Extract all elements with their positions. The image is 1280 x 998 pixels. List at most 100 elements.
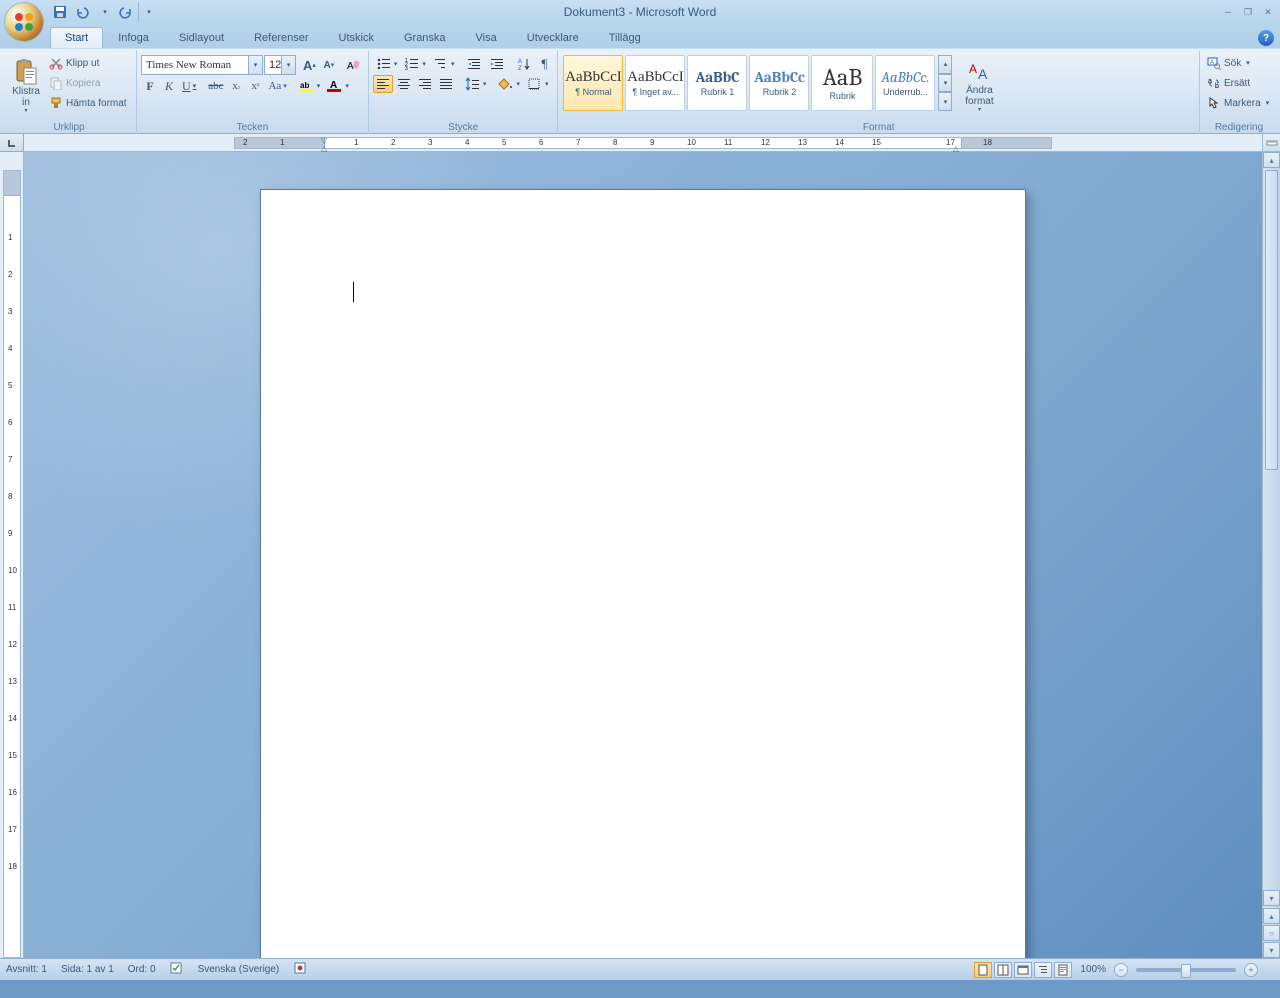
svg-text:A: A: [978, 66, 988, 82]
view-full-screen[interactable]: [994, 962, 1012, 978]
tab-infoga[interactable]: Infoga: [103, 27, 164, 48]
minimize-button[interactable]: ─: [1220, 5, 1236, 19]
status-language[interactable]: Svenska (Sverige): [198, 964, 280, 975]
ruler-toggle-button[interactable]: [1262, 134, 1280, 152]
page-viewport[interactable]: [24, 152, 1262, 958]
tab-sidlayout[interactable]: Sidlayout: [164, 27, 239, 48]
scroll-down-button[interactable]: ▾: [1263, 890, 1280, 906]
svg-text:a: a: [1208, 78, 1212, 85]
line-spacing-button[interactable]: [462, 75, 490, 93]
shading-button[interactable]: [495, 75, 523, 93]
tab-visa[interactable]: Visa: [461, 27, 512, 48]
help-button[interactable]: ?: [1258, 30, 1274, 46]
strikethrough-button[interactable]: abc: [205, 77, 226, 95]
scroll-thumb[interactable]: [1265, 170, 1278, 470]
change-case-button[interactable]: Aa: [265, 77, 289, 95]
align-center-button[interactable]: [394, 75, 414, 93]
ribbon-tabs: Start Infoga Sidlayout Referenser Utskic…: [0, 24, 1280, 48]
grow-font-button[interactable]: A▴: [300, 56, 319, 74]
redo-button[interactable]: [116, 2, 136, 22]
align-left-button[interactable]: [373, 75, 393, 93]
change-styles-button[interactable]: AA Ändra format▾: [956, 53, 1002, 119]
style-scroll-up[interactable]: ▴: [938, 55, 952, 74]
style-expand[interactable]: ▾: [938, 92, 952, 111]
tab-referenser[interactable]: Referenser: [239, 27, 323, 48]
view-print-layout[interactable]: [974, 962, 992, 978]
font-color-button[interactable]: A: [324, 77, 352, 95]
tab-utskick[interactable]: Utskick: [324, 27, 389, 48]
style-no-spacing[interactable]: AaBbCcI¶ Inget av...: [625, 55, 685, 111]
save-button[interactable]: [50, 2, 70, 22]
numbering-button[interactable]: 123: [401, 55, 429, 73]
tab-utvecklare[interactable]: Utvecklare: [512, 27, 594, 48]
qat-customize[interactable]: [138, 2, 158, 22]
subscript-button[interactable]: x₂: [227, 77, 245, 95]
style-heading2[interactable]: AaBbCcRubrik 2: [749, 55, 809, 111]
paste-button[interactable]: Klistra in▾: [6, 53, 46, 119]
vertical-ruler[interactable]: 123456789101112131415161718: [0, 152, 24, 958]
page-1[interactable]: [261, 190, 1025, 958]
zoom-slider[interactable]: [1136, 968, 1236, 972]
group-label-editing: Redigering: [1204, 121, 1274, 135]
decrease-indent-button[interactable]: [463, 55, 485, 73]
maximize-button[interactable]: ❐: [1240, 5, 1256, 19]
style-subtitle[interactable]: AaBbCc.Underrub...: [875, 55, 935, 111]
font-name-combo[interactable]: Times New Roman▾: [141, 55, 263, 75]
replace-button[interactable]: abErsätt: [1204, 73, 1274, 93]
status-section[interactable]: Avsnitt: 1: [6, 964, 47, 975]
browse-object-button[interactable]: ○: [1263, 925, 1280, 941]
tab-granska[interactable]: Granska: [389, 27, 461, 48]
tab-selector[interactable]: [0, 134, 24, 152]
borders-button[interactable]: [524, 75, 552, 93]
highlight-button[interactable]: ab: [296, 77, 324, 95]
close-button[interactable]: ✕: [1260, 5, 1276, 19]
view-outline[interactable]: [1034, 962, 1052, 978]
tab-start[interactable]: Start: [50, 27, 103, 48]
status-proofing-icon[interactable]: [170, 961, 184, 978]
view-draft[interactable]: [1054, 962, 1072, 978]
status-page[interactable]: Sida: 1 av 1: [61, 964, 114, 975]
increase-indent-button[interactable]: [486, 55, 508, 73]
horizontal-ruler[interactable]: ▽ △ △ 211234567891011121314151718: [24, 134, 1262, 152]
copy-button[interactable]: Kopiera: [46, 73, 132, 93]
zoom-level[interactable]: 100%: [1080, 964, 1106, 975]
quick-access-toolbar: [50, 2, 158, 22]
cut-button[interactable]: Klipp ut: [46, 53, 132, 73]
browse-prev-button[interactable]: ▴: [1263, 908, 1280, 924]
bullets-button[interactable]: [373, 55, 401, 73]
superscript-button[interactable]: x²: [246, 77, 264, 95]
justify-button[interactable]: [436, 75, 456, 93]
sort-button[interactable]: AZ: [514, 55, 534, 73]
undo-button[interactable]: [72, 2, 92, 22]
style-normal[interactable]: AaBbCcI¶ Normal: [563, 55, 623, 111]
find-button[interactable]: ASök: [1204, 53, 1274, 73]
style-heading1[interactable]: AaBbCRubrik 1: [687, 55, 747, 111]
select-button[interactable]: Markera: [1204, 93, 1274, 113]
clear-formatting-button[interactable]: A: [342, 56, 364, 74]
status-words[interactable]: Ord: 0: [128, 964, 156, 975]
font-size-combo[interactable]: 12▾: [264, 55, 296, 75]
window-controls: ─ ❐ ✕: [1220, 5, 1276, 19]
align-right-button[interactable]: [415, 75, 435, 93]
multilevel-list-button[interactable]: [430, 55, 458, 73]
svg-text:A: A: [1210, 60, 1214, 66]
undo-dropdown[interactable]: [94, 2, 114, 22]
style-scroll-down[interactable]: ▾: [938, 74, 952, 93]
format-painter-button[interactable]: Hämta format: [46, 93, 132, 113]
scroll-up-button[interactable]: ▴: [1263, 152, 1280, 168]
italic-button[interactable]: K: [160, 77, 178, 95]
vertical-scrollbar[interactable]: ▴ ▾ ▴ ○ ▾: [1262, 152, 1280, 958]
browse-next-button[interactable]: ▾: [1263, 942, 1280, 958]
style-title[interactable]: AaBRubrik: [811, 55, 873, 111]
office-button[interactable]: [4, 2, 44, 42]
status-macro-icon[interactable]: [293, 961, 307, 978]
view-web-layout[interactable]: [1014, 962, 1032, 978]
show-marks-button[interactable]: ¶: [535, 55, 553, 73]
shrink-font-button[interactable]: A▾: [320, 56, 338, 74]
bold-button[interactable]: F: [141, 77, 159, 95]
zoom-in-button[interactable]: +: [1244, 963, 1258, 977]
group-label-styles: Format: [562, 121, 1195, 135]
zoom-out-button[interactable]: −: [1114, 963, 1128, 977]
tab-tillagg[interactable]: Tillägg: [594, 27, 656, 48]
underline-button[interactable]: U: [179, 77, 199, 95]
